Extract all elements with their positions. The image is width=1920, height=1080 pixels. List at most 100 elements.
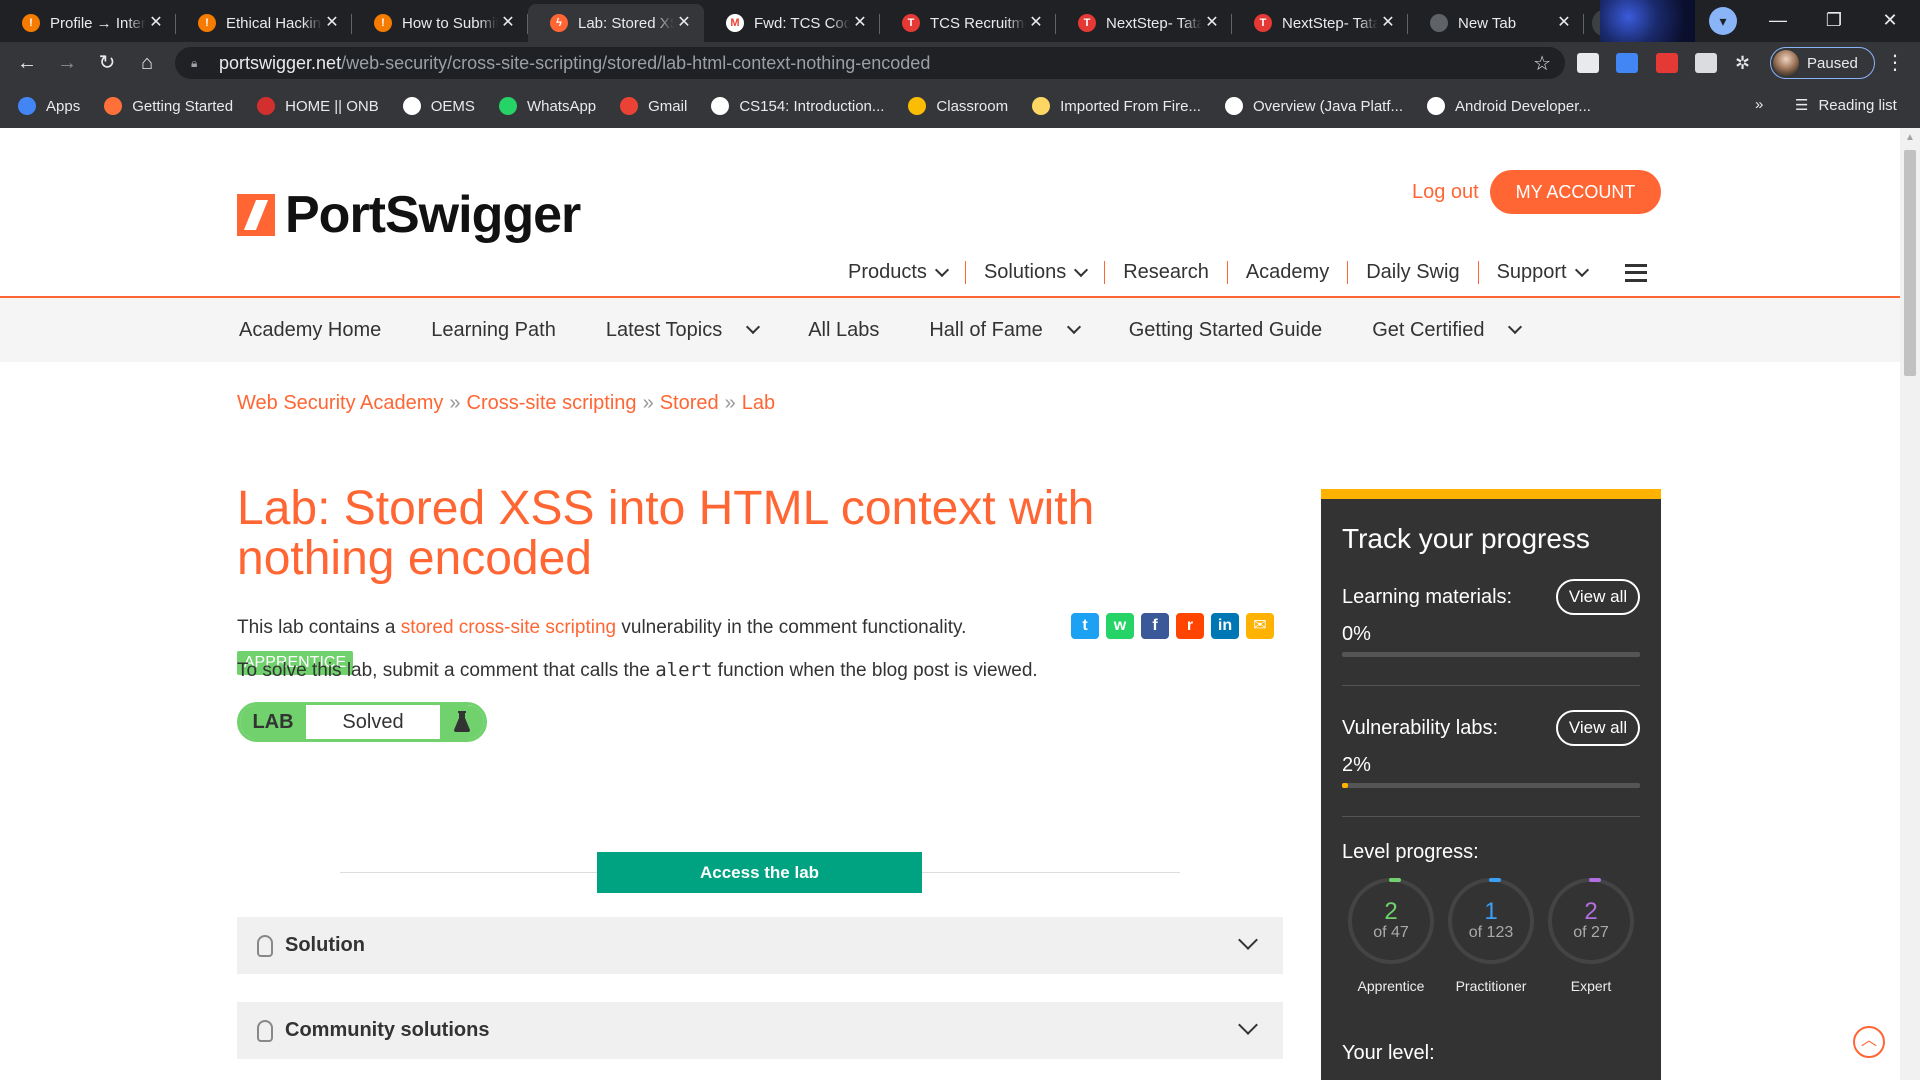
main-nav-research[interactable]: Research [1105, 261, 1228, 284]
browser-tab[interactable]: ϟ Lab: Stored XS ✕ [528, 4, 704, 42]
browser-tab[interactable]: M Fwd: TCS Code ✕ [704, 4, 880, 42]
browser-tab[interactable]: T NextStep- Tata ✕ [1232, 4, 1408, 42]
main-nav-solutions[interactable]: Solutions [966, 261, 1106, 284]
labs-view-all-button[interactable]: View all [1556, 710, 1640, 746]
bookmark-item[interactable]: Apps [18, 97, 80, 115]
browser-tab[interactable]: ! Profile → Inter ✕ [0, 4, 176, 42]
solution-accordion[interactable]: Solution [237, 917, 1283, 974]
access-lab-button[interactable]: Access the lab [597, 852, 922, 893]
tab-list: ! Profile → Inter ✕! Ethical Hacking ✕! How t… [0, 0, 1584, 42]
linkedin-icon[interactable]: in [1211, 613, 1239, 639]
tab-close-icon[interactable]: ✕ [1202, 13, 1222, 33]
labs-percent: 2% [1342, 754, 1371, 776]
bookmark-item[interactable]: Imported From Fire... [1032, 97, 1201, 115]
scroll-to-top-button[interactable]: ︿ [1853, 1026, 1885, 1058]
sub-nav-get-certified[interactable]: Get Certified [1372, 319, 1523, 342]
main-nav-products[interactable]: Products [830, 261, 966, 284]
breadcrumb-link[interactable]: Stored [660, 392, 719, 414]
reading-list-button[interactable]: ☰ Reading list [1795, 96, 1897, 115]
sub-nav-latest-topics[interactable]: Latest Topics [606, 319, 761, 342]
google-translate-icon[interactable] [1616, 53, 1638, 73]
accordion-label: Solution [285, 934, 365, 956]
breadcrumb-link[interactable]: Web Security Academy [237, 392, 443, 414]
twitter-icon[interactable]: t [1071, 613, 1099, 639]
tab-close-icon[interactable]: ✕ [322, 13, 342, 33]
bookmark-item[interactable]: CS154: Introduction... [711, 97, 884, 115]
scrollbar-thumb[interactable] [1904, 150, 1916, 376]
bookmark-item[interactable]: Overview (Java Platf... [1224, 97, 1403, 115]
sub-nav-hall-of-fame[interactable]: Hall of Fame [929, 319, 1081, 342]
tab-title: NextStep- Tata [1282, 14, 1378, 32]
back-icon[interactable]: ← [7, 43, 47, 83]
profile-button[interactable]: Paused [1770, 47, 1875, 79]
tab-title: Ethical Hacking [226, 14, 322, 32]
main-nav-label: Academy [1245, 261, 1330, 283]
community-solutions-accordion[interactable]: Community solutions [237, 1002, 1283, 1059]
browser-tab[interactable]: ! Ethical Hacking ✕ [176, 4, 352, 42]
sub-nav-all-labs[interactable]: All Labs [808, 319, 879, 342]
tab-favicon-icon: M [726, 14, 744, 32]
email-icon[interactable]: ✉ [1246, 613, 1274, 639]
forward-icon[interactable]: → [47, 43, 87, 83]
main-nav-academy[interactable]: Academy [1228, 261, 1349, 284]
bookmark-item[interactable]: HOME || ONB [257, 97, 379, 115]
my-account-button[interactable]: MY ACCOUNT [1490, 170, 1661, 214]
acrobat-icon[interactable] [1656, 53, 1678, 73]
home-icon[interactable]: ⌂ [127, 43, 167, 83]
browser-tab[interactable]: T TCS Recruitme ✕ [880, 4, 1056, 42]
bookmark-label: Gmail [648, 97, 688, 115]
scroll-up-icon[interactable]: ▲ [1905, 132, 1915, 143]
restore-icon[interactable]: ❐ [1806, 0, 1862, 40]
whatsapp-icon[interactable]: w [1106, 613, 1134, 639]
bookmark-item[interactable]: WhatsApp [498, 97, 596, 115]
sub-nav-label: Getting Started Guide [1128, 318, 1323, 341]
sub-nav-learning-path[interactable]: Learning Path [431, 319, 556, 342]
close-window-icon[interactable]: ✕ [1862, 0, 1918, 40]
stored-xss-link[interactable]: stored cross-site scripting [401, 617, 616, 638]
portswigger-logo[interactable]: PortSwigger [237, 185, 581, 245]
tab-close-icon[interactable]: ✕ [850, 13, 870, 33]
minimize-icon[interactable]: — [1750, 0, 1806, 40]
tab-search-icon[interactable]: ▾ [1709, 7, 1737, 35]
main-nav-support[interactable]: Support [1479, 261, 1605, 284]
browser-tab[interactable]: ! How to Submit ✕ [352, 4, 528, 42]
tab-close-icon[interactable]: ✕ [1378, 13, 1398, 33]
bookmark-icon [104, 97, 123, 115]
breadcrumb-link[interactable]: Lab [742, 392, 775, 414]
browser-tab[interactable]: T NextStep- Tata ✕ [1056, 4, 1232, 42]
extension-icon[interactable] [1695, 53, 1717, 73]
sub-nav-label: All Labs [808, 318, 880, 341]
sub-nav-academy-home[interactable]: Academy Home [239, 319, 381, 342]
logo-icon [237, 194, 275, 236]
learning-materials-label: Learning materials: [1342, 585, 1513, 608]
hamburger-menu-icon[interactable] [1624, 263, 1647, 282]
facebook-icon[interactable]: f [1141, 613, 1169, 639]
extension-icon[interactable] [1577, 53, 1599, 73]
bookmark-item[interactable]: Gmail [620, 97, 687, 115]
bookmark-item[interactable]: Classroom [908, 97, 1008, 115]
learning-view-all-button[interactable]: View all [1556, 579, 1640, 615]
bookmark-star-icon[interactable]: ☆ [1533, 51, 1551, 76]
bookmark-label: Overview (Java Platf... [1252, 97, 1403, 115]
browser-menu-icon[interactable]: ⋮ [1880, 46, 1910, 80]
tab-close-icon[interactable]: ✕ [146, 13, 166, 33]
breadcrumb-link[interactable]: Cross-site scripting [467, 392, 637, 414]
tab-close-icon[interactable]: ✕ [674, 13, 694, 33]
browser-tab[interactable]: New Tab ✕ [1408, 4, 1584, 42]
bookmarks-overflow-icon[interactable]: » [1755, 96, 1763, 113]
main-nav-daily-swig[interactable]: Daily Swig [1348, 261, 1479, 284]
bookmark-item[interactable]: Android Developer... [1427, 97, 1591, 115]
scrollbar[interactable]: ▲ [1900, 128, 1920, 1080]
puzzle-icon[interactable]: ✲ [1735, 53, 1757, 73]
address-bar[interactable]: 🔒︎ portswigger.net/web-security/cross-si… [175, 47, 1565, 79]
tab-close-icon[interactable]: ✕ [1026, 13, 1046, 33]
bookmark-item[interactable]: OEMS [402, 97, 475, 115]
bookmark-item[interactable]: Getting Started [104, 97, 233, 115]
reload-icon[interactable]: ↻ [87, 43, 127, 83]
logout-link[interactable]: Log out [1412, 181, 1479, 204]
tab-close-icon[interactable]: ✕ [498, 13, 518, 33]
tab-close-icon[interactable]: ✕ [1554, 13, 1574, 33]
sub-nav-getting-started-guide[interactable]: Getting Started Guide [1129, 319, 1322, 342]
reddit-icon[interactable]: r [1176, 613, 1204, 639]
bookmark-label: Classroom [936, 97, 1009, 115]
